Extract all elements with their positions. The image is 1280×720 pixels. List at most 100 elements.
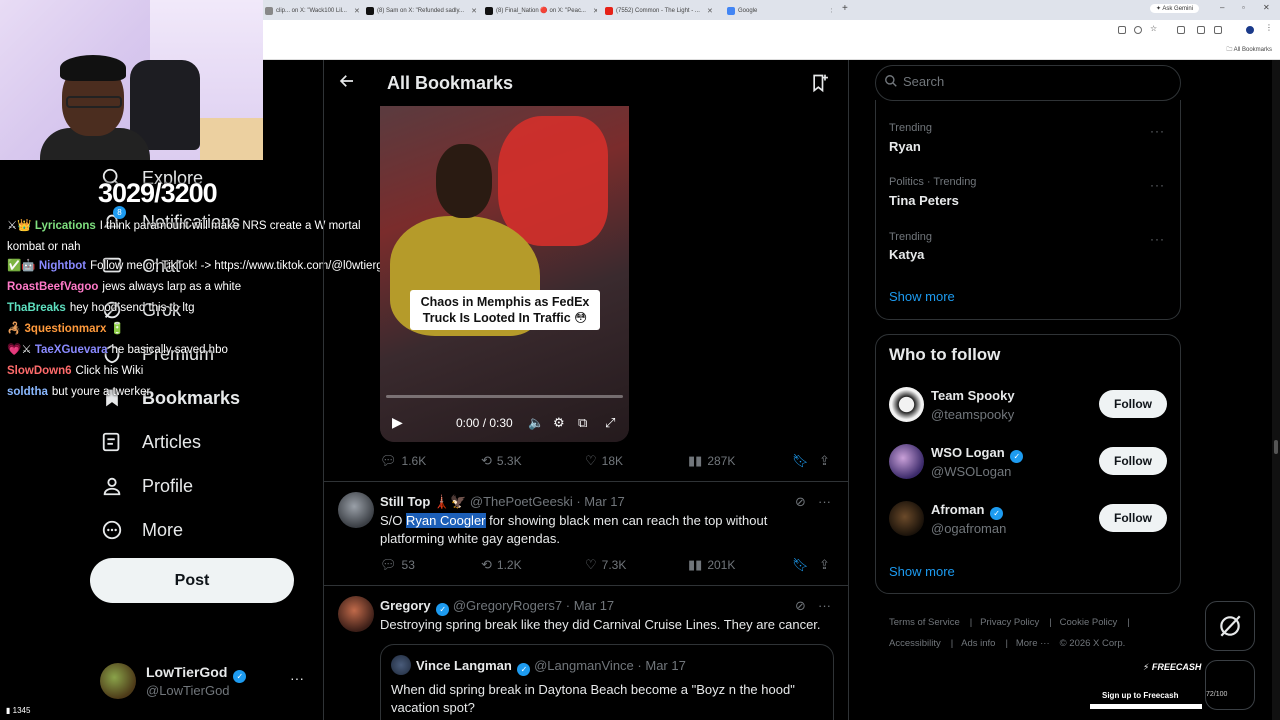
like-button[interactable]: ♡ 18K	[585, 453, 623, 469]
nav-more[interactable]: More	[100, 518, 183, 542]
avatar[interactable]	[338, 596, 374, 632]
footer-more[interactable]: More ···	[1016, 638, 1050, 649]
close-tab-icon[interactable]: ✕	[830, 7, 832, 15]
grok-floating-button[interactable]	[1205, 601, 1255, 651]
chat-message: 💗⚔ TaeXGuevara he basically saved hbo	[7, 340, 387, 361]
scrollbar-thumb[interactable]	[1274, 440, 1278, 454]
tweet-author-name[interactable]: Gregory	[380, 598, 431, 613]
tweet-author-handle[interactable]: @ThePoetGeeski	[470, 494, 573, 509]
trend-context: Trending	[889, 122, 933, 134]
more-dots-icon[interactable]: ···	[818, 494, 831, 509]
close-tab-icon[interactable]: ✕	[471, 7, 477, 15]
footer-terms[interactable]: Terms of Service	[889, 617, 960, 628]
tweet-author-name[interactable]: Still Top 🗼🦅	[380, 494, 466, 509]
tweet-date[interactable]: · Mar 17	[566, 598, 614, 613]
freecash-brand: FREECASH	[1151, 662, 1202, 672]
follow-account-name[interactable]: Afroman ✓	[931, 502, 1004, 520]
more-dots-icon[interactable]: ···	[1150, 178, 1165, 192]
nav-profile[interactable]: Profile	[100, 474, 193, 498]
bookmark-filled-icon: 🔖︎	[792, 557, 809, 572]
avatar[interactable]	[889, 501, 924, 536]
bookmark-button[interactable]: 🔖︎	[792, 453, 809, 469]
nav-articles[interactable]: Articles	[100, 430, 201, 454]
extensions-puzzle-icon[interactable]	[1177, 26, 1185, 34]
download-icon[interactable]	[1214, 26, 1222, 34]
more-dots-icon[interactable]: ···	[1150, 124, 1165, 138]
more-dots-icon[interactable]: ···	[1150, 232, 1165, 246]
tweet-date[interactable]: · Mar 17	[576, 494, 624, 509]
views-button[interactable]: ▮▮ 201K	[688, 557, 735, 573]
grok-icon[interactable]: ⊘	[795, 494, 806, 510]
views-button[interactable]: ▮▮ 287K	[688, 453, 735, 469]
footer-ads[interactable]: Ads info	[961, 638, 995, 649]
grok-icon[interactable]: ⊘	[795, 598, 806, 614]
bookmark-button[interactable]: 🔖︎	[792, 557, 809, 573]
fullscreen-icon[interactable]: ⤢	[605, 415, 615, 431]
browser-tab[interactable]: clip... on X: "Wack100 Lil... ✕	[265, 3, 360, 18]
repost-button[interactable]: ⟲ 1.2K	[481, 557, 522, 573]
avatar[interactable]	[889, 444, 924, 479]
trend-item[interactable]: Katya	[889, 247, 924, 262]
bookmark-add-icon[interactable]	[810, 72, 830, 94]
minimize-icon[interactable]: –	[1220, 3, 1224, 12]
browser-tab[interactable]: (8) Sam on X: "Refunded sadly... ✕	[366, 3, 478, 18]
post-button[interactable]: Post	[90, 558, 294, 603]
new-tab-button[interactable]: +	[842, 3, 848, 14]
avatar[interactable]	[338, 492, 374, 528]
browser-tab[interactable]: (8) Final_Nation 🔴 on X: "Peac... ✕	[485, 3, 597, 18]
scrollbar[interactable]	[1272, 60, 1280, 720]
share-button[interactable]: ⇪	[819, 453, 830, 469]
browser-tab[interactable]: Google ✕	[727, 3, 832, 18]
search-icon	[884, 74, 898, 91]
tweet-author-handle[interactable]: @GregoryRogers7	[453, 598, 562, 613]
search-input[interactable]	[903, 74, 1163, 89]
star-icon[interactable]: ☆	[1150, 24, 1158, 33]
all-bookmarks-button[interactable]: 🗀 All Bookmarks	[1226, 45, 1272, 55]
footer-privacy[interactable]: Privacy Policy	[980, 617, 1039, 628]
messages-floating-button[interactable]	[1205, 660, 1255, 710]
follow-button[interactable]: Follow	[1099, 504, 1167, 532]
reply-button[interactable]: 💬︎ 53	[380, 557, 415, 573]
ask-gemini-button[interactable]: ✦ Ask Gemini	[1150, 4, 1200, 13]
share-button[interactable]: ⇪	[819, 557, 830, 573]
account-switcher[interactable]: LowTierGod ✓ @LowTierGod ···	[100, 660, 310, 704]
zoom-icon[interactable]	[1134, 26, 1142, 34]
repost-icon: ⟲	[481, 557, 492, 572]
reply-button[interactable]: 💬︎ 1.6K	[380, 453, 426, 469]
footer-cookie[interactable]: Cookie Policy	[1060, 617, 1118, 628]
extension-icon[interactable]	[1118, 26, 1126, 34]
follow-account-name[interactable]: Team Spooky	[931, 388, 1015, 403]
footer-accessibility[interactable]: Accessibility	[889, 638, 941, 649]
video-player[interactable]: Chaos in Memphis as FedEx Truck Is Loote…	[380, 106, 629, 442]
close-tab-icon[interactable]: ✕	[707, 7, 713, 15]
trend-item[interactable]: Tina Peters	[889, 193, 959, 208]
chat-text: he basically saved hbo	[111, 344, 228, 356]
close-window-icon[interactable]: ✕	[1263, 3, 1270, 12]
sidebar-icon[interactable]	[1197, 26, 1205, 34]
play-icon[interactable]: ▶	[392, 414, 403, 431]
quote-tweet[interactable]: Vince Langman ✓ @LangmanVince · Mar 17 W…	[380, 644, 834, 720]
back-arrow-icon[interactable]	[338, 72, 356, 95]
follow-button[interactable]: Follow	[1099, 447, 1167, 475]
follow-account-name[interactable]: WSO Logan ✓	[931, 445, 1024, 463]
picture-in-picture-icon[interactable]: ⧉	[578, 415, 587, 431]
show-more-link[interactable]: Show more	[889, 564, 955, 579]
more-dots-icon[interactable]: ···	[818, 598, 831, 613]
maximize-icon[interactable]: ▫	[1242, 3, 1245, 12]
volume-icon[interactable]: 🔈	[528, 415, 544, 431]
trend-item[interactable]: Ryan	[889, 139, 921, 154]
browser-menu-icon[interactable]: ⋮	[1265, 23, 1273, 32]
video-progress-bar[interactable]	[386, 395, 623, 398]
close-tab-icon[interactable]: ✕	[354, 7, 360, 15]
close-tab-icon[interactable]: ✕	[593, 7, 597, 15]
avatar[interactable]	[889, 387, 924, 422]
settings-gear-icon[interactable]: ⚙	[553, 415, 565, 431]
like-button[interactable]: ♡ 7.3K	[585, 557, 626, 573]
tab-favicon	[265, 6, 273, 15]
repost-button[interactable]: ⟲ 5.3K	[481, 453, 522, 469]
show-more-link[interactable]: Show more	[889, 289, 955, 304]
more-dots-icon[interactable]: ···	[290, 670, 304, 686]
profile-avatar[interactable]	[1246, 26, 1254, 34]
browser-tab[interactable]: (7552) Common - The Light - ... ✕	[605, 3, 717, 18]
follow-button[interactable]: Follow	[1099, 390, 1167, 418]
